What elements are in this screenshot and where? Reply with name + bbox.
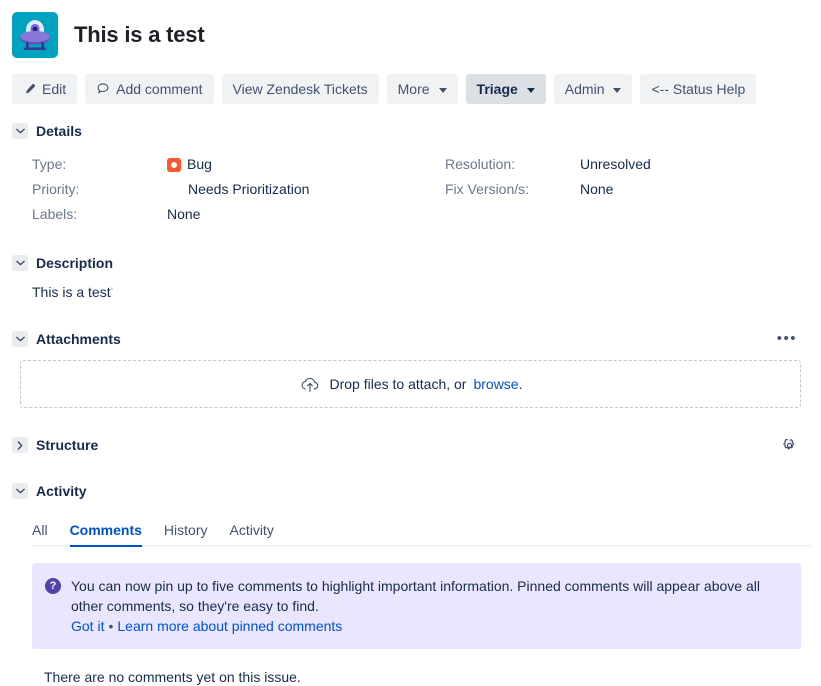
dropzone-text: Drop files to attach, or xyxy=(330,376,467,392)
type-value: Bug xyxy=(167,152,425,177)
edit-button[interactable]: Edit xyxy=(12,74,77,104)
tab-activity[interactable]: Activity xyxy=(229,522,273,545)
details-section: Details Type: Priority: Labels: Bug Need… xyxy=(0,122,821,227)
admin-menu-label: Admin xyxy=(565,74,605,104)
dropzone-suffix: . xyxy=(519,376,523,392)
activity-section-title: Activity xyxy=(36,482,87,500)
description-text: This is a test xyxy=(32,284,111,300)
chevron-right-icon[interactable] xyxy=(12,437,28,453)
edit-button-label: Edit xyxy=(42,74,66,104)
chevron-down-icon xyxy=(613,88,621,93)
cloud-upload-icon xyxy=(299,375,321,393)
tab-all[interactable]: All xyxy=(32,522,48,545)
pinned-comments-banner: ? You can now pin up to five comments to… xyxy=(32,563,801,649)
bug-icon xyxy=(167,158,181,172)
fix-versions-label: Fix Version/s: xyxy=(425,177,580,202)
fix-versions-value: None xyxy=(580,177,651,202)
status-help-label: <-- Status Help xyxy=(651,74,745,104)
ufo-alien-avatar-icon[interactable] xyxy=(12,12,58,58)
structure-section-title: Structure xyxy=(36,436,98,454)
attachments-section-header[interactable]: Attachments ••• xyxy=(12,330,821,348)
more-menu-label: More xyxy=(398,74,430,104)
resolution-label: Resolution: xyxy=(425,152,580,177)
priority-label: Priority: xyxy=(12,177,167,202)
chevron-down-icon[interactable] xyxy=(12,483,28,499)
tab-history[interactable]: History xyxy=(164,522,208,545)
activity-section-header[interactable]: Activity xyxy=(12,482,821,500)
description-body[interactable]: This is a test' xyxy=(12,282,821,302)
details-right-labels: Resolution: Fix Version/s: xyxy=(425,152,580,227)
structure-section-header[interactable]: Structure xyxy=(12,436,821,454)
tab-comments[interactable]: Comments xyxy=(70,522,142,545)
no-comments-message: There are no comments yet on this issue. xyxy=(44,669,821,685)
attachment-dropzone[interactable]: Drop files to attach, or browse. xyxy=(20,360,801,408)
details-left-labels: Type: Priority: Labels: xyxy=(12,152,167,227)
add-comment-button-label: Add comment xyxy=(116,74,202,104)
chevron-down-icon xyxy=(527,88,535,93)
chevron-down-icon[interactable] xyxy=(12,331,28,347)
banner-separator: • xyxy=(108,618,113,634)
attachments-section-title: Attachments xyxy=(36,330,121,348)
comment-bubble-icon xyxy=(96,82,110,96)
page-title: This is a test xyxy=(74,21,204,49)
description-section-title: Description xyxy=(36,254,113,272)
issue-header: This is a test xyxy=(0,0,821,58)
details-section-title: Details xyxy=(36,122,82,140)
learn-more-pinned-comments-link[interactable]: Learn more about pinned comments xyxy=(117,618,342,634)
ellipsis-icon[interactable]: ••• xyxy=(777,334,797,344)
issue-page: This is a test Edit Add comment View Zen… xyxy=(0,0,821,686)
activity-section: Activity All Comments History Activity ?… xyxy=(0,482,821,685)
details-left-values: Bug Needs Prioritization None xyxy=(167,152,425,227)
structure-section: Structure xyxy=(0,436,821,454)
admin-menu-button[interactable]: Admin xyxy=(554,74,633,104)
details-column-right: Resolution: Fix Version/s: Unresolved No… xyxy=(425,152,651,227)
details-section-header[interactable]: Details xyxy=(12,122,821,140)
attachments-section: Attachments ••• Drop files to attach, or… xyxy=(0,330,821,408)
pencil-icon xyxy=(23,83,36,96)
description-section: Description This is a test' xyxy=(0,254,821,302)
type-label: Type: xyxy=(12,152,167,177)
details-column-left: Type: Priority: Labels: Bug Needs Priori… xyxy=(12,152,425,227)
got-it-link[interactable]: Got it xyxy=(71,618,104,634)
chevron-down-icon[interactable] xyxy=(12,123,28,139)
add-comment-button[interactable]: Add comment xyxy=(85,74,213,104)
view-zendesk-tickets-label: View Zendesk Tickets xyxy=(233,74,368,104)
more-menu-button[interactable]: More xyxy=(387,74,458,104)
chevron-down-icon xyxy=(439,88,447,93)
description-section-header[interactable]: Description xyxy=(12,254,821,272)
banner-actions: Got it•Learn more about pinned comments xyxy=(71,616,787,636)
banner-message: You can now pin up to five comments to h… xyxy=(71,576,787,616)
details-right-values: Unresolved None xyxy=(580,152,651,227)
labels-label: Labels: xyxy=(12,202,167,227)
issue-toolbar: Edit Add comment View Zendesk Tickets Mo… xyxy=(0,58,821,104)
chevron-down-icon[interactable] xyxy=(12,255,28,271)
triage-menu-button[interactable]: Triage xyxy=(466,74,546,104)
details-grid: Type: Priority: Labels: Bug Needs Priori… xyxy=(12,152,821,227)
resolution-value: Unresolved xyxy=(580,152,651,177)
description-trailing-mark: ' xyxy=(111,284,114,300)
triage-menu-label: Triage xyxy=(477,74,518,104)
activity-tabs: All Comments History Activity xyxy=(32,518,811,547)
labels-value: None xyxy=(167,202,425,227)
question-circle-icon: ? xyxy=(45,578,61,594)
status-help-button[interactable]: <-- Status Help xyxy=(640,74,756,104)
priority-value: Needs Prioritization xyxy=(167,177,425,202)
type-value-text: Bug xyxy=(187,152,212,177)
browse-link[interactable]: browse xyxy=(473,376,518,392)
gear-icon[interactable] xyxy=(782,438,797,453)
view-zendesk-tickets-button[interactable]: View Zendesk Tickets xyxy=(222,74,379,104)
